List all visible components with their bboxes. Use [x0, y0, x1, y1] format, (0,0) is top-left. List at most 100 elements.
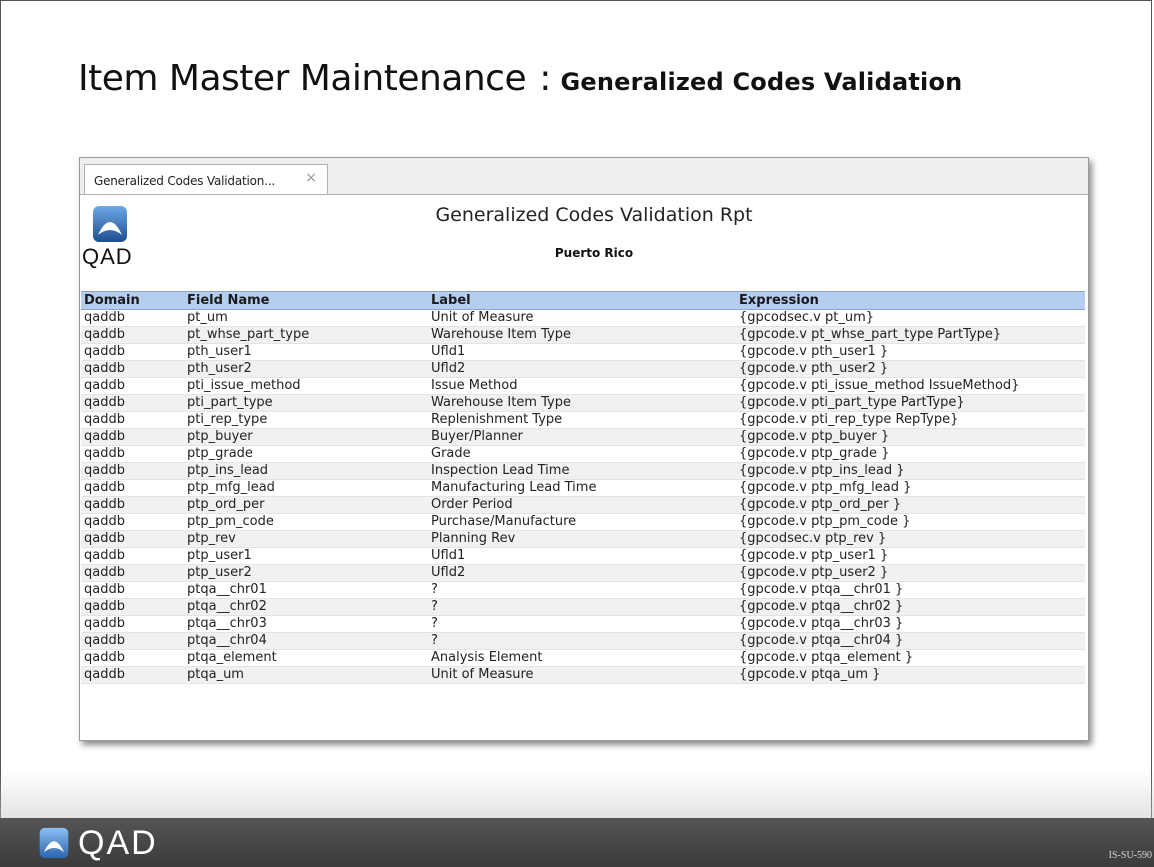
cell-domain: qaddb	[81, 649, 184, 667]
qad-logo-icon	[39, 827, 69, 859]
cell-label: ?	[428, 632, 736, 650]
cell-field-name: ptp_pm_code	[184, 513, 428, 531]
slide-title-sub: Generalized Codes Validation	[560, 68, 963, 96]
table-row[interactable]: qaddb pt_um Unit of Measure {gpcodsec.v pt_…	[81, 309, 1085, 327]
cell-field-name: ptp_buyer	[184, 428, 428, 446]
report-table: Domain Field Name Label Expression qaddb…	[81, 291, 1085, 684]
cell-label: ?	[428, 615, 736, 633]
cell-label: Grade	[428, 445, 736, 463]
cell-domain: qaddb	[81, 309, 184, 327]
cell-expression: {gpcode.v ptp_ord_per }	[736, 496, 1085, 514]
cell-field-name: ptqa_element	[184, 649, 428, 667]
cell-label: Ufld1	[428, 547, 736, 565]
table-row[interactable]: qaddb ptqa__chr04? {gpcode.v ptqa__chr04 }	[81, 632, 1085, 650]
table-row[interactable]: qaddb ptqa__chr02? {gpcode.v ptqa__chr02 }	[81, 598, 1085, 616]
cell-expression: {gpcode.v pth_user2 }	[736, 360, 1085, 378]
cell-domain: qaddb	[81, 513, 184, 531]
slide-title: Item Master Maintenance : Generalized Co…	[78, 58, 962, 99]
cell-domain: qaddb	[81, 666, 184, 684]
cell-label: ?	[428, 581, 736, 599]
cell-expression: {gpcode.v ptp_ins_lead }	[736, 462, 1085, 480]
table-row[interactable]: qaddb ptp_ins_lead Inspection Lead Time {gp…	[81, 462, 1085, 480]
cell-label: Inspection Lead Time	[428, 462, 736, 480]
cell-label: Planning Rev	[428, 530, 736, 548]
cell-field-name: pti_issue_method	[184, 377, 428, 395]
cell-label: Manufacturing Lead Time	[428, 479, 736, 497]
table-row[interactable]: qaddb ptp_user1 Ufld1 {gpcode.v ptp_user1 }	[81, 547, 1085, 565]
table-row[interactable]: qaddb ptp_buyer Buyer/Planner {gpcode.v ptp…	[81, 428, 1085, 446]
column-header-expression[interactable]: Expression	[736, 291, 1085, 310]
cell-domain: qaddb	[81, 377, 184, 395]
cell-label: Issue Method	[428, 377, 736, 395]
cell-field-name: ptp_user1	[184, 547, 428, 565]
cell-domain: qaddb	[81, 360, 184, 378]
report-header: QAD Generalized Codes Validation Rpt Pue…	[80, 195, 1088, 288]
cell-domain: qaddb	[81, 343, 184, 361]
table-row[interactable]: qaddb pti_issue_method Issue Method {gpcode…	[81, 377, 1085, 395]
cell-label: Ufld1	[428, 343, 736, 361]
column-header-domain[interactable]: Domain	[81, 291, 184, 310]
tab-label: Generalized Codes Validation...	[94, 174, 276, 188]
tab-strip: Generalized Codes Validation... ×	[80, 158, 1088, 195]
cell-expression: {gpcodsec.v pt_um}	[736, 309, 1085, 327]
table-row[interactable]: qaddb ptp_ord_per Order Period {gpcode.v pt…	[81, 496, 1085, 514]
close-icon[interactable]: ×	[305, 170, 317, 186]
cell-domain: qaddb	[81, 581, 184, 599]
table-row[interactable]: qaddb ptp_rev Planning Rev {gpcodsec.v ptp_…	[81, 530, 1085, 548]
table-row[interactable]: qaddb ptp_user2 Ufld2 {gpcode.v ptp_user2 }	[81, 564, 1085, 582]
cell-domain: qaddb	[81, 462, 184, 480]
cell-expression: {gpcode.v pti_issue_method IssueMethod}	[736, 377, 1085, 395]
table-row[interactable]: qaddb ptp_pm_code Purchase/Manufacture {gpc…	[81, 513, 1085, 531]
cell-field-name: ptqa_um	[184, 666, 428, 684]
cell-label: Order Period	[428, 496, 736, 514]
column-header-label[interactable]: Label	[428, 291, 736, 310]
cell-domain: qaddb	[81, 547, 184, 565]
cell-domain: qaddb	[81, 632, 184, 650]
table-row[interactable]: qaddb pth_user1 Ufld1 {gpcode.v pth_user1 }	[81, 343, 1085, 361]
footer-logo-text: QAD	[78, 824, 158, 862]
table-row[interactable]: qaddb ptqa__chr03? {gpcode.v ptqa__chr03 }	[81, 615, 1085, 633]
cell-label: ?	[428, 598, 736, 616]
tab-report[interactable]: Generalized Codes Validation... ×	[84, 164, 328, 194]
table-row[interactable]: qaddb ptp_mfg_lead Manufacturing Lead Time…	[81, 479, 1085, 497]
cell-label: Replenishment Type	[428, 411, 736, 429]
cell-label: Purchase/Manufacture	[428, 513, 736, 531]
table-row[interactable]: qaddb ptqa_um Unit of Measure {gpcode.v ptq…	[81, 666, 1085, 684]
cell-expression: {gpcode.v ptp_pm_code }	[736, 513, 1085, 531]
report-subtitle: Puerto Rico	[554, 246, 634, 260]
table-row[interactable]: qaddb pti_part_type Warehouse Item Type {gp…	[81, 394, 1085, 412]
cell-domain: qaddb	[81, 445, 184, 463]
cell-field-name: pt_whse_part_type	[184, 326, 428, 344]
table-row[interactable]: qaddb ptqa__chr01? {gpcode.v ptqa__chr01 }	[81, 581, 1085, 599]
cell-domain: qaddb	[81, 615, 184, 633]
cell-expression: {gpcode.v ptqa__chr02 }	[736, 598, 1085, 616]
cell-expression: {gpcode.v pth_user1 }	[736, 343, 1085, 361]
cell-label: Ufld2	[428, 564, 736, 582]
table-row[interactable]: qaddb pth_user2 Ufld2 {gpcode.v pth_user2 }	[81, 360, 1085, 378]
table-row[interactable]: qaddb ptp_grade Grade {gpcode.v ptp_grade }	[81, 445, 1085, 463]
cell-domain: qaddb	[81, 564, 184, 582]
cell-field-name: ptp_grade	[184, 445, 428, 463]
cell-expression: {gpcode.v ptp_grade }	[736, 445, 1085, 463]
cell-expression: {gpcode.v ptqa__chr04 }	[736, 632, 1085, 650]
footer-bar: QAD IS-SU-590	[0, 818, 1154, 867]
cell-domain: qaddb	[81, 530, 184, 548]
report-window: Generalized Codes Validation... × QAD Ge…	[79, 157, 1089, 741]
cell-field-name: ptp_user2	[184, 564, 428, 582]
cell-expression: {gpcode.v ptp_user1 }	[736, 547, 1085, 565]
column-header-field-name[interactable]: Field Name	[184, 291, 428, 310]
slide-title-separator: :	[539, 58, 552, 99]
slide-code: IS-SU-590	[1108, 850, 1152, 861]
cell-domain: qaddb	[81, 479, 184, 497]
cell-label: Unit of Measure	[428, 309, 736, 327]
table-row[interactable]: qaddb pt_whse_part_type Warehouse Item Typ…	[81, 326, 1085, 344]
cell-field-name: pti_part_type	[184, 394, 428, 412]
table-row[interactable]: qaddb ptqa_element Analysis Element {gpcode…	[81, 649, 1085, 667]
cell-expression: {gpcodsec.v ptp_rev }	[736, 530, 1085, 548]
cell-label: Buyer/Planner	[428, 428, 736, 446]
cell-expression: {gpcode.v ptqa__chr01 }	[736, 581, 1085, 599]
table-row[interactable]: qaddb pti_rep_type Replenishment Type {gpco…	[81, 411, 1085, 429]
cell-expression: {gpcode.v pti_rep_type RepType}	[736, 411, 1085, 429]
cell-domain: qaddb	[81, 598, 184, 616]
cell-expression: {gpcode.v ptp_mfg_lead }	[736, 479, 1085, 497]
